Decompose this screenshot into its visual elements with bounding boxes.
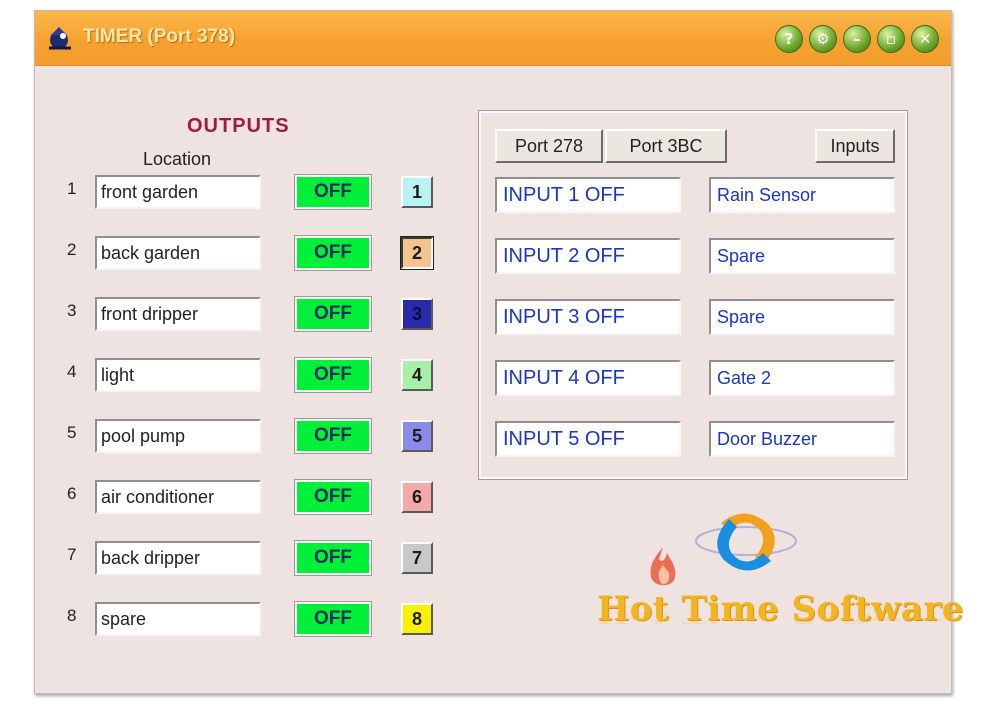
output-state-7[interactable]: OFF	[294, 540, 372, 576]
output-row-7: 7 back dripper OFF 7	[63, 540, 443, 581]
input-state-4[interactable]: INPUT 4 OFF	[495, 360, 681, 396]
maximize-icon[interactable]: ▫	[877, 25, 905, 53]
port-3bc-button[interactable]: Port 3BC	[605, 129, 727, 163]
output-button-7[interactable]: 7	[401, 542, 433, 574]
location-field-3[interactable]: front dripper	[95, 297, 261, 331]
location-field-5[interactable]: pool pump	[95, 419, 261, 453]
logo-reflection: Hot Time Software	[597, 609, 964, 627]
output-number: 1	[67, 179, 77, 198]
output-button-8[interactable]: 8	[401, 603, 433, 635]
output-row-8: 8 spare OFF 8	[63, 601, 443, 642]
output-state-4[interactable]: OFF	[294, 357, 372, 393]
hot-time-software-logo: Hot Time Software Hot Time Software	[595, 503, 964, 663]
location-field-8[interactable]: spare	[95, 602, 261, 636]
output-row-4: 4 light OFF 4	[63, 357, 443, 398]
output-number: 4	[67, 362, 77, 381]
input-label-1[interactable]: Rain Sensor	[709, 177, 895, 213]
output-number: 5	[67, 423, 77, 442]
help-icon[interactable]: ?	[775, 25, 803, 53]
flame-icon	[650, 547, 676, 586]
output-number: 3	[67, 301, 77, 320]
output-state-5[interactable]: OFF	[294, 418, 372, 454]
port-278-button[interactable]: Port 278	[495, 129, 603, 163]
title-bar[interactable]: TIMER (Port 378) ? ⚙ – ▫ ✕	[35, 11, 951, 66]
output-button-1[interactable]: 1	[401, 176, 433, 208]
output-state-1[interactable]: OFF	[294, 174, 372, 210]
output-state-6[interactable]: OFF	[294, 479, 372, 515]
location-field-1[interactable]: front garden	[95, 175, 261, 209]
input-state-1[interactable]: INPUT 1 OFF	[495, 177, 681, 213]
output-button-3[interactable]: 3	[401, 298, 433, 330]
location-field-7[interactable]: back dripper	[95, 541, 261, 575]
output-number: 7	[67, 545, 77, 564]
window-title: TIMER (Port 378)	[83, 26, 236, 47]
location-field-2[interactable]: back garden	[95, 236, 261, 270]
input-label-5[interactable]: Door Buzzer	[709, 421, 895, 457]
input-label-4[interactable]: Gate 2	[709, 360, 895, 396]
location-heading: Location	[143, 149, 212, 169]
output-state-3[interactable]: OFF	[294, 296, 372, 332]
output-state-2[interactable]: OFF	[294, 235, 372, 271]
output-number: 6	[67, 484, 77, 503]
inputs-panel: Port 278 Port 3BC Inputs INPUT 1 OFF Rai…	[478, 110, 908, 480]
app-icon	[49, 27, 71, 50]
output-number: 2	[67, 240, 77, 259]
output-row-6: 6 air conditioner OFF 6	[63, 479, 443, 520]
timer-window: TIMER (Port 378) ? ⚙ – ▫ ✕ OUTPUTS Locat…	[34, 10, 964, 694]
output-row-3: 3 front dripper OFF 3	[63, 296, 443, 337]
output-button-2[interactable]: 2	[400, 236, 434, 270]
output-number: 8	[67, 606, 77, 625]
output-row-5: 5 pool pump OFF 5	[63, 418, 443, 459]
location-field-6[interactable]: air conditioner	[95, 480, 261, 514]
minimize-icon[interactable]: –	[843, 25, 871, 53]
output-state-8[interactable]: OFF	[294, 601, 372, 637]
location-field-4[interactable]: light	[95, 358, 261, 392]
output-button-6[interactable]: 6	[401, 481, 433, 513]
input-state-5[interactable]: INPUT 5 OFF	[495, 421, 681, 457]
input-state-3[interactable]: INPUT 3 OFF	[495, 299, 681, 335]
output-button-5[interactable]: 5	[401, 420, 433, 452]
input-label-2[interactable]: Spare	[709, 238, 895, 274]
inputs-button[interactable]: Inputs	[815, 129, 895, 163]
output-button-4[interactable]: 4	[401, 359, 433, 391]
input-state-2[interactable]: INPUT 2 OFF	[495, 238, 681, 274]
outputs-heading: OUTPUTS	[187, 115, 290, 137]
output-row-2: 2 back garden OFF 2	[63, 235, 443, 276]
input-label-3[interactable]: Spare	[709, 299, 895, 335]
close-icon[interactable]: ✕	[911, 25, 939, 53]
settings-icon[interactable]: ⚙	[809, 25, 837, 53]
output-row-1: 1 front garden OFF 1	[63, 174, 443, 215]
orbit-logo-icon	[695, 513, 797, 571]
